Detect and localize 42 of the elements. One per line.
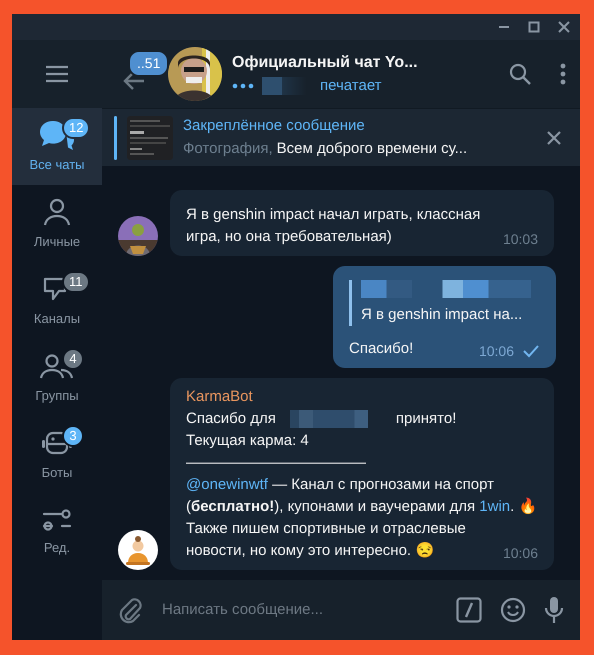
more-icon[interactable] xyxy=(560,63,566,85)
chat-title: Официальный чат Yo... xyxy=(232,52,419,73)
media-label: Фотография, xyxy=(183,138,273,158)
pinned-title: Закреплённое сообщение xyxy=(183,116,366,136)
reply-quote[interactable]: Я в genshin impact на... xyxy=(349,280,540,326)
typing-dots-icon xyxy=(232,83,254,89)
message-text: ———————————— xyxy=(186,453,367,473)
typing-status: печатает xyxy=(320,76,382,96)
unread-count: 3 xyxy=(62,425,84,447)
folder-tab[interactable]: Личные xyxy=(12,185,102,262)
message-text: Спасибо для принято! xyxy=(186,409,458,430)
close-icon[interactable] xyxy=(558,21,570,33)
message-text: Текущая карма: 4 xyxy=(186,431,310,451)
search-icon[interactable] xyxy=(508,62,532,86)
close-icon[interactable] xyxy=(546,130,562,146)
maximize-icon[interactable] xyxy=(528,21,540,33)
emoji-icon[interactable] xyxy=(500,597,526,623)
folder-tab[interactable]: Каналы 11 xyxy=(12,262,102,339)
folder-tab[interactable]: Ред. xyxy=(12,493,102,570)
message-time: 10:06 xyxy=(478,342,514,361)
unread-count: 12 xyxy=(62,117,90,139)
message-text: Я в genshin impact начал играть, классная игра, но она требовательная) xyxy=(186,205,482,247)
paperclip-icon[interactable] xyxy=(118,596,142,624)
message-time: 10:03 xyxy=(502,230,538,249)
unread-count: 11 xyxy=(62,271,90,293)
menu-icon[interactable] xyxy=(45,65,69,83)
commands-icon[interactable] xyxy=(456,597,482,623)
folder-tab[interactable]: Группы 4 xyxy=(12,339,102,416)
message-text: Спасибо! xyxy=(349,339,414,359)
microphone-icon[interactable] xyxy=(544,596,564,624)
message-text: @onewinwtf — Канал с прогнозами на спорт (бесплатно!), купонами и ваучерами для 1win. 🔥 xyxy=(186,475,538,517)
message-text: Также пишем спортивные и отраслевые новости, но кому это интересно. 😒 xyxy=(186,519,467,561)
folder-tab[interactable]: Все чаты 12 xyxy=(12,108,102,185)
link[interactable]: 1win xyxy=(479,498,510,515)
folder-tab[interactable]: Боты 3 xyxy=(12,416,102,493)
unread-count: ..51 xyxy=(128,50,170,77)
sender-name: KarmaBot xyxy=(186,387,254,407)
link[interactable]: @onewinwtf xyxy=(186,476,268,493)
unread-count: 4 xyxy=(62,348,84,370)
message-time: 10:06 xyxy=(502,544,538,563)
redacted-block xyxy=(262,77,306,95)
pinned-text: Всем доброго времени су... xyxy=(276,138,468,158)
